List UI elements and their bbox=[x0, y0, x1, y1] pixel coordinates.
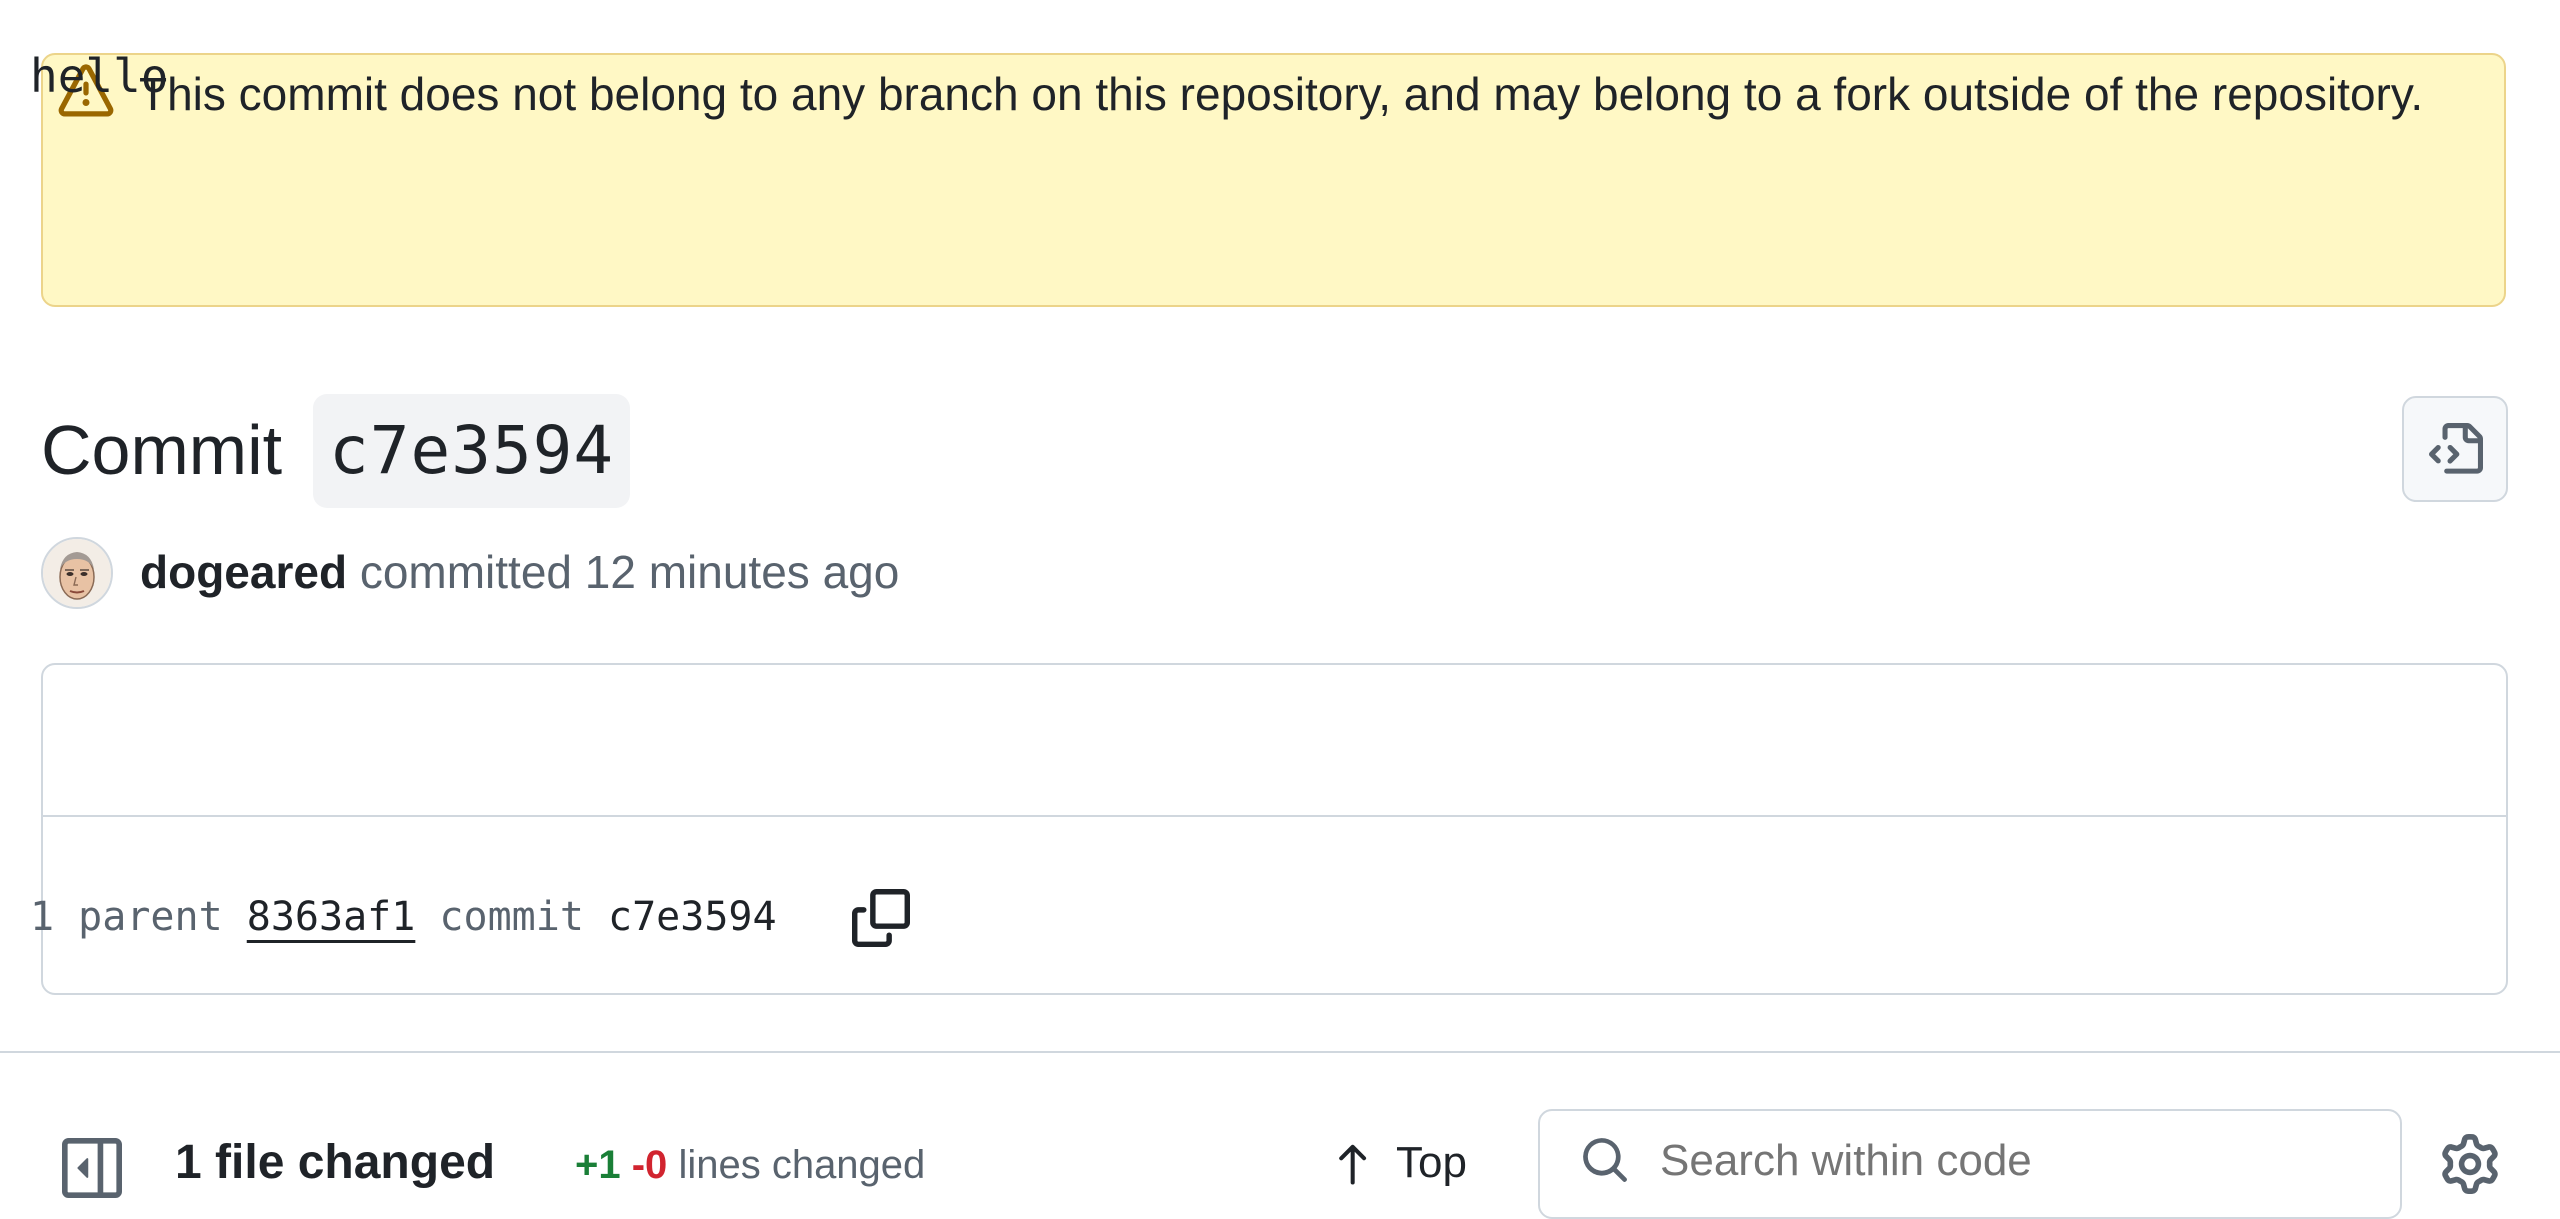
commit-label: commit bbox=[439, 894, 584, 940]
commit-action: committed bbox=[359, 546, 572, 598]
commit-time: 12 minutes ago bbox=[584, 546, 900, 598]
search-icon bbox=[1583, 1138, 1627, 1182]
parent-label: 1 parent bbox=[30, 894, 223, 940]
sidebar-expand-icon[interactable] bbox=[62, 1138, 122, 1198]
page-title: Commit bbox=[41, 411, 283, 489]
commit-message-area bbox=[43, 665, 2506, 817]
commit-meta: 1 parent 8363af1 commit c7e3594 bbox=[30, 881, 777, 953]
author-name[interactable]: dogeared bbox=[140, 546, 347, 598]
browse-files-button[interactable] bbox=[2402, 396, 2508, 502]
author-line: dogeared committed 12 minutes ago bbox=[140, 536, 899, 608]
additions-count: +1 bbox=[575, 1143, 621, 1187]
search-input[interactable] bbox=[1660, 1126, 2360, 1196]
commit-sha-title: c7e3594 bbox=[313, 394, 631, 508]
lines-changed-label: lines changed bbox=[678, 1143, 926, 1187]
avatar[interactable] bbox=[41, 537, 113, 609]
gear-icon[interactable] bbox=[2440, 1134, 2500, 1194]
section-divider bbox=[0, 1051, 2560, 1053]
avatar-face bbox=[43, 539, 111, 607]
parent-sha-link[interactable]: 8363af1 bbox=[247, 894, 416, 940]
file-code-icon bbox=[2429, 423, 2483, 474]
warning-message: This commit does not belong to any branc… bbox=[139, 68, 2424, 120]
commit-message: hello bbox=[30, 49, 169, 103]
files-changed-count: 1 file changed bbox=[175, 1136, 496, 1189]
arrow-up-icon bbox=[1339, 1144, 1367, 1185]
top-label: Top bbox=[1396, 1138, 1467, 1187]
top-button[interactable]: Top bbox=[1330, 1128, 1467, 1198]
copy-icon[interactable] bbox=[852, 888, 910, 948]
deletions-count: -0 bbox=[631, 1143, 668, 1187]
commit-sha: c7e3594 bbox=[608, 894, 777, 940]
diffstat: +1 -0 lines changed bbox=[575, 1130, 925, 1200]
